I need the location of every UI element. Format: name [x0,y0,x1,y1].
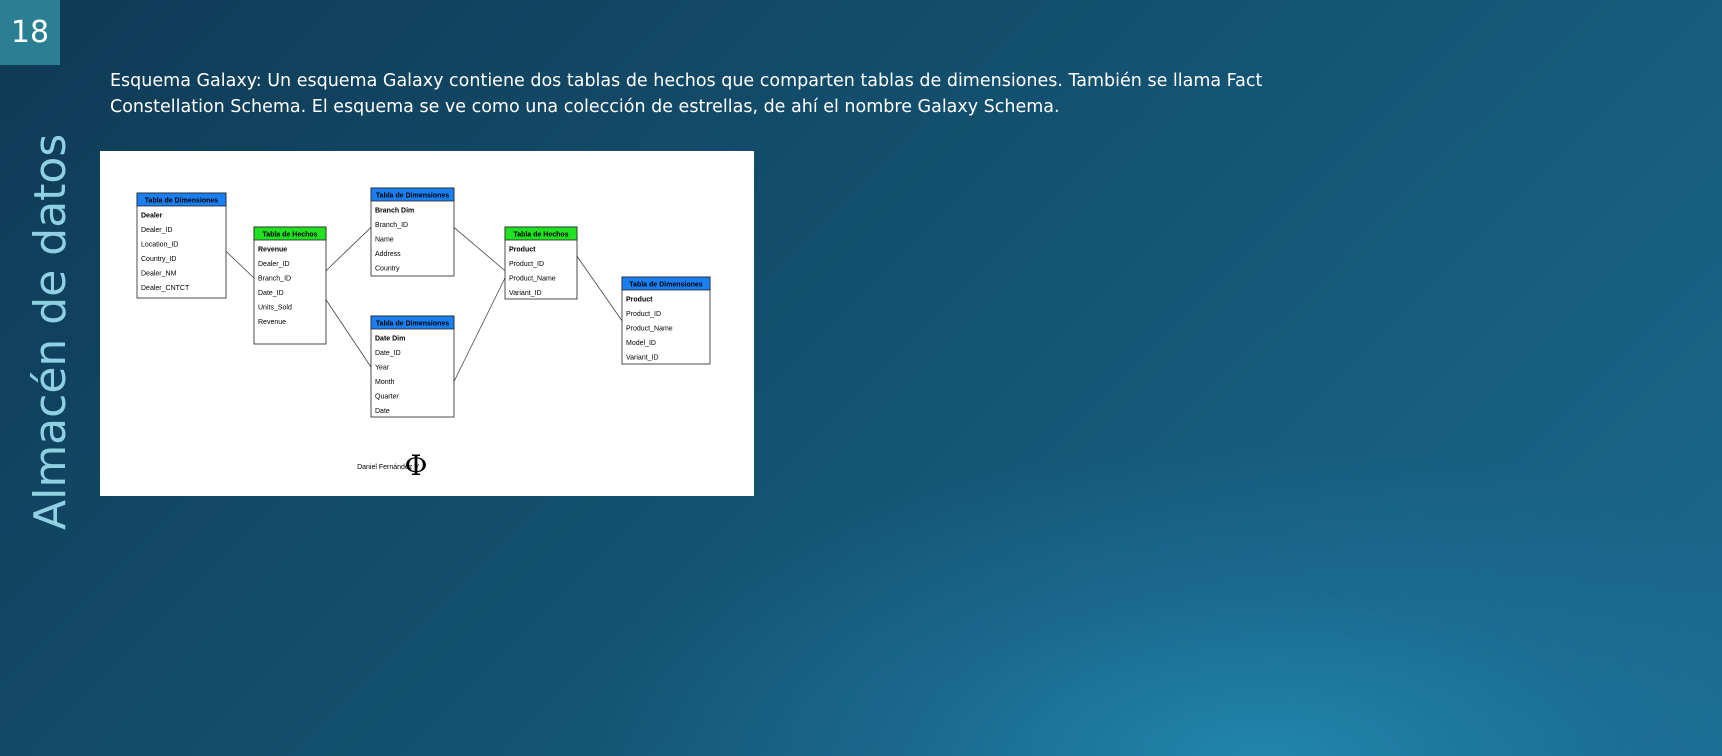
table-dealer: Tabla de Dimensiones Dealer Dealer_ID Locat… [136,192,227,299]
connector-line [325,299,372,368]
connector-line [576,256,623,321]
table-row-label: Product_ID [626,311,661,318]
table-row-label: Variant_ID [509,290,542,297]
table-row-label: Variant_ID [626,355,659,362]
table-header-label: Tabla de Dimensiones [629,282,702,289]
table-header-label: Tabla de Dimensiones [376,193,449,200]
table-row-label: Date Dim [375,336,405,343]
connector-line [325,227,372,272]
table-row-label: Quarter [375,394,399,401]
table-row-label: Country [375,266,400,273]
table-row-label: Date_ID [258,290,284,297]
schema-svg: Tabla de Dimensiones Dealer Dealer_ID Locat… [136,187,711,482]
table-header-label: Tabla de Hechos [513,232,568,239]
table-header-label: Tabla de Dimensiones [376,321,449,328]
table-row-label: Revenue [258,247,287,254]
section-title: Almacén de datos [25,133,76,530]
connector-line [453,277,506,382]
table-row-label: Location_ID [141,242,178,249]
table-row-label: Product_Name [626,326,673,333]
table-row-label: Product_ID [509,261,544,268]
table-fact2: Tabla de Hechos Product Product_ID Product_… [504,226,578,300]
table-row-label: Year [375,365,390,372]
table-row-label: Country_ID [141,256,176,263]
table-row-label: Branch Dim [375,208,414,215]
table-row-label: Product_Name [509,276,556,283]
table-row-label: Dealer [141,213,163,220]
table-row-label: Model_ID [626,340,656,347]
table-row-label: Revenue [258,319,286,326]
table-product: Tabla de Dimensiones Product Product_ID Pro… [621,276,711,365]
connector-line [453,227,506,272]
table-row-label: Units_Sold [258,305,292,312]
table-header-label: Tabla de Dimensiones [145,198,218,205]
table-row-label: Date [375,408,390,415]
table-row-label: Dealer_CNTCT [141,285,190,292]
table-row-label: Date_ID [375,350,401,357]
table-row-label: Dealer_NM [141,271,177,278]
table-row-label: Product [626,297,653,304]
table-header-label: Tabla de Hechos [262,232,317,239]
table-row-label: Month [375,379,395,386]
body-text: Esquema Galaxy: Un esquema Galaxy contie… [110,71,1263,117]
table-row-label: Product [509,247,536,254]
table-branch: Tabla de Dimensiones Branch Dim Branch_ID N… [370,187,455,277]
table-row-label: Address [375,251,401,258]
galaxy-schema-diagram: Tabla de Dimensiones Dealer Dealer_ID Locat… [100,151,754,496]
table-row-label: Name [375,237,394,244]
table-row-label: Dealer_ID [141,227,173,234]
table-row-label: Branch_ID [258,276,291,283]
table-date: Tabla de Dimensiones Date Dim Date_ID Year M… [370,315,455,418]
table-row-label: Branch_ID [375,222,408,229]
table-body [253,226,327,345]
slide-number: 18 [0,0,60,65]
table-row-label: Dealer_ID [258,261,290,268]
signature-logo: Φ [405,449,428,482]
table-fact1: Tabla de Hechos Revenue Dealer_ID Branch_ID… [253,226,327,345]
connector-line [225,250,255,279]
